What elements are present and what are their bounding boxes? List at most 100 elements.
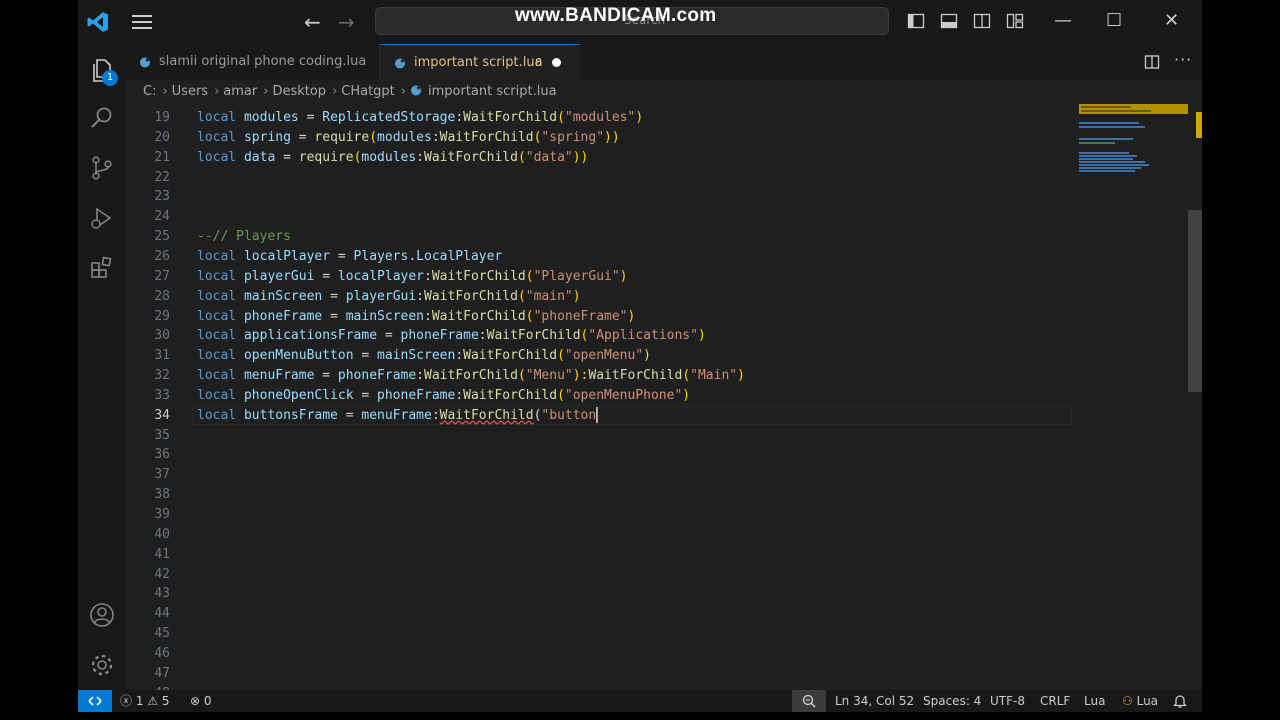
code-token: phoneFrame — [243, 308, 323, 324]
maximize-button[interactable]: ☐ — [1106, 10, 1122, 31]
code-line[interactable]: 23 — [126, 187, 1076, 207]
more-actions-icon[interactable]: ··· — [1174, 50, 1192, 69]
back-arrow-icon[interactable]: ← — [304, 10, 321, 34]
scrollbar-thumb[interactable] — [1188, 210, 1202, 392]
remote-button[interactable] — [78, 690, 112, 712]
encoding[interactable]: UTF-8 — [990, 690, 1025, 712]
tab-important-script[interactable]: important script.lua 6 — [380, 44, 580, 80]
code-line[interactable]: 40 — [126, 525, 1076, 545]
code-line[interactable]: 41 — [126, 545, 1076, 565]
breadcrumb-item[interactable]: C: — [143, 84, 156, 99]
hamburger-menu-icon[interactable] — [130, 12, 154, 32]
customize-layout-icon[interactable] — [1006, 12, 1024, 30]
code-token: : — [431, 407, 440, 423]
line-number: 42 — [154, 566, 170, 582]
explorer-badge: 1 — [102, 70, 118, 86]
code-token: = — [314, 268, 338, 284]
code-token: local — [197, 110, 237, 125]
breadcrumb-item[interactable]: CHatgpt — [341, 84, 395, 99]
code-line[interactable]: 39 — [126, 505, 1076, 525]
code-line[interactable]: 47 — [126, 664, 1076, 684]
tab-slamii-original-phone-coding[interactable]: slamii original phone coding.lua — [126, 44, 380, 80]
code-token: "modules" — [564, 110, 636, 125]
code-token: : — [455, 110, 464, 125]
code-token: phoneFrame — [337, 368, 417, 384]
minimap[interactable] — [1078, 104, 1188, 690]
code-token: ) — [627, 308, 636, 324]
code-line[interactable]: 29 local phoneFrame = mainScreen:WaitForC… — [126, 307, 1076, 327]
source-control-icon[interactable] — [88, 154, 116, 182]
line-number: 35 — [154, 427, 170, 443]
breadcrumb-item[interactable]: Users — [172, 84, 208, 99]
code-line[interactable]: 45 — [126, 624, 1076, 644]
lua-file-icon — [411, 85, 421, 96]
code-line[interactable]: 32 local menuFrame = phoneFrame:WaitForCh… — [126, 366, 1076, 386]
breadcrumb-item[interactable]: Desktop — [272, 84, 326, 99]
code-line[interactable]: 24 — [126, 207, 1076, 227]
toggle-secondary-sidebar-icon[interactable] — [973, 12, 991, 30]
ports-indicator[interactable]: ⊗ 0 — [190, 690, 212, 712]
code-token: ) — [682, 387, 691, 403]
lua-extension-status[interactable]: ⚇ Lua — [1122, 690, 1158, 712]
code-line[interactable]: 26 local localPlayer = Players.LocalPlaye… — [126, 247, 1076, 267]
minimize-button[interactable]: — — [1054, 10, 1072, 31]
code-line[interactable]: 42 — [126, 565, 1076, 585]
code-line[interactable]: 27 local playerGui = localPlayer:WaitForC… — [126, 267, 1076, 287]
settings-gear-icon[interactable] — [88, 651, 116, 679]
code-line[interactable]: 30 local applicationsFrame = phoneFrame:W… — [126, 326, 1076, 346]
lua-extension-label: Lua — [1136, 694, 1159, 708]
code-token: local — [197, 368, 237, 384]
code-token: : — [416, 368, 425, 384]
search-icon[interactable] — [88, 104, 116, 132]
code-line[interactable]: 44 — [126, 604, 1076, 624]
account-icon[interactable] — [88, 601, 116, 629]
bell-icon[interactable] — [1173, 694, 1187, 708]
split-editor-icon[interactable] — [1144, 54, 1160, 70]
code-line[interactable]: 38 — [126, 485, 1076, 505]
code-line[interactable]: 28 local mainScreen = playerGui:WaitForCh… — [126, 287, 1076, 307]
code-line[interactable]: 21 local data = require (modules:WaitForCh… — [126, 148, 1076, 168]
extensions-icon[interactable] — [88, 254, 116, 282]
code-line[interactable]: 35 — [126, 426, 1076, 446]
breadcrumb-item[interactable]: important script.lua — [428, 84, 557, 99]
code-token: WaitForChild — [463, 348, 558, 364]
line-ending[interactable]: CRLF — [1040, 690, 1070, 712]
problems-indicator[interactable]: ⓧ 1 ⚠ 5 — [120, 690, 170, 712]
code-line[interactable]: 37 — [126, 465, 1076, 485]
code-line[interactable]: 33 local phoneOpenClick = phoneFrame:Wait… — [126, 386, 1076, 406]
language-mode[interactable]: Lua — [1084, 690, 1105, 712]
code-token: ReplicatedStorage — [322, 110, 456, 125]
code-line[interactable]: 22 — [126, 168, 1076, 188]
line-number: 20 — [154, 129, 170, 145]
code-token: : — [424, 268, 432, 284]
code-line[interactable]: 36 — [126, 445, 1076, 465]
code-line[interactable]: 34 local buttonsFrame = menuFrame:WaitFor… — [126, 405, 1076, 426]
code-line[interactable]: 19 local modules = ReplicatedStorage:Wait… — [126, 108, 1076, 128]
run-debug-icon[interactable] — [88, 204, 116, 232]
code-token: = — [314, 368, 338, 384]
code-token: = — [337, 407, 362, 423]
code-token: : — [424, 308, 432, 324]
tab-problem-count: 6 — [535, 56, 542, 69]
close-button[interactable]: ✕ — [1164, 10, 1179, 31]
code-line[interactable]: 31 local openMenuButton = mainScreen:Wait… — [126, 346, 1076, 366]
toggle-panel-icon[interactable] — [940, 12, 958, 30]
code-line[interactable]: 43 — [126, 584, 1076, 604]
code-line[interactable]: 20 local spring = require(modules:WaitFor… — [126, 128, 1076, 148]
breadcrumb-item[interactable]: amar — [223, 84, 257, 99]
code-token: ( — [557, 387, 565, 403]
vertical-scrollbar[interactable] — [1188, 104, 1202, 690]
toggle-sidebar-icon[interactable] — [907, 12, 925, 30]
code-line[interactable]: 46 — [126, 644, 1076, 664]
code-editor[interactable]: 19 local modules = ReplicatedStorage:Wait… — [126, 106, 1076, 701]
unsaved-dot-icon[interactable] — [552, 58, 561, 67]
cursor-position[interactable]: Ln 34, Col 52 — [835, 690, 914, 712]
zoom-button[interactable] — [792, 690, 826, 712]
forward-arrow-icon[interactable]: → — [338, 10, 355, 34]
code-token: mainScreen — [243, 288, 323, 304]
code-line[interactable]: 25 --// Players — [126, 227, 1076, 247]
indentation[interactable]: Spaces: 4 — [923, 690, 981, 712]
code-token: ( — [517, 149, 526, 165]
line-number: 43 — [154, 586, 170, 602]
